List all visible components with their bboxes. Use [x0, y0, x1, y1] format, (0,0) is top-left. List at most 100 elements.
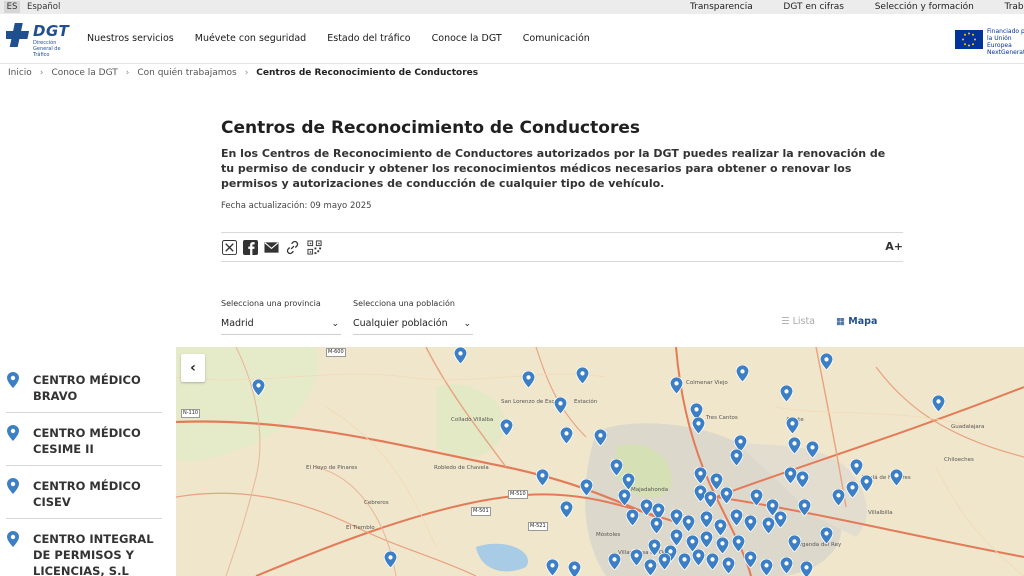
map-marker-icon[interactable] [820, 527, 833, 544]
map-marker-icon[interactable] [618, 489, 631, 506]
map-marker-icon[interactable] [500, 419, 513, 436]
map-marker-icon[interactable] [546, 559, 559, 576]
map-marker-icon[interactable] [692, 549, 705, 566]
map-base [176, 347, 1024, 576]
centers-map[interactable]: Estación San Lorenzo de Escorial Collado… [176, 347, 1024, 576]
map-marker-icon[interactable] [594, 429, 607, 446]
map-marker-icon[interactable] [714, 519, 727, 536]
map-marker-icon[interactable] [722, 557, 735, 574]
map-marker-icon[interactable] [692, 417, 705, 434]
link-icon[interactable] [285, 240, 300, 255]
nav-comunicacion[interactable]: Comunicación [523, 33, 590, 44]
map-marker-icon[interactable] [846, 481, 859, 498]
map-marker-icon[interactable] [626, 509, 639, 526]
map-marker-icon[interactable] [576, 367, 589, 384]
map-marker-icon[interactable] [694, 467, 707, 484]
map-place-label: Robledo de Chavela [434, 465, 489, 471]
map-marker-icon[interactable] [536, 469, 549, 486]
language-code[interactable]: ES [4, 1, 20, 13]
map-marker-icon[interactable] [820, 353, 833, 370]
map-marker-icon[interactable] [630, 549, 643, 566]
map-marker-icon[interactable] [806, 441, 819, 458]
breadcrumb-inicio[interactable]: Inicio [8, 68, 32, 78]
list-item[interactable]: CENTRO MÉDICO CISEV [6, 466, 162, 519]
top-link-seleccion-formacion[interactable]: Selección y formación [875, 2, 974, 12]
dgt-logo[interactable]: DGT Dirección General de Tráfico [6, 20, 76, 58]
chevron-down-icon: ⌄ [331, 319, 339, 329]
x-twitter-icon[interactable] [222, 240, 237, 255]
view-map-button[interactable]: ▦ Mapa [836, 316, 877, 327]
map-marker-icon[interactable] [788, 535, 801, 552]
map-marker-icon[interactable] [750, 489, 763, 506]
map-marker-icon[interactable] [736, 365, 749, 382]
collapse-list-button[interactable]: ‹ [181, 354, 205, 382]
map-marker-icon[interactable] [700, 511, 713, 528]
map-marker-icon[interactable] [568, 561, 581, 576]
map-marker-icon[interactable] [560, 427, 573, 444]
map-marker-icon[interactable] [850, 459, 863, 476]
map-marker-icon[interactable] [560, 501, 573, 518]
map-marker-icon[interactable] [384, 551, 397, 568]
map-marker-icon[interactable] [580, 479, 593, 496]
province-select[interactable]: Madrid ⌄ [221, 313, 341, 335]
map-marker-icon[interactable] [658, 553, 671, 570]
map-marker-icon[interactable] [832, 489, 845, 506]
map-marker-icon[interactable] [670, 377, 683, 394]
map-marker-icon[interactable] [796, 471, 809, 488]
list-item[interactable]: CENTRO MÉDICO BRAVO [6, 360, 162, 413]
map-marker-icon[interactable] [650, 517, 663, 534]
center-name: CENTRO MÉDICO CESIME II [33, 426, 141, 456]
map-marker-icon[interactable] [730, 449, 743, 466]
breadcrumb-conoce-la-dgt[interactable]: Conoce la DGT [51, 68, 117, 78]
breadcrumb-con-quien-trabajamos[interactable]: Con quién trabajamos [137, 68, 236, 78]
map-place-label: Cebreros [364, 500, 389, 506]
map-marker-icon[interactable] [716, 537, 729, 554]
map-marker-icon[interactable] [706, 553, 719, 570]
map-marker-icon[interactable] [732, 535, 745, 552]
list-item[interactable]: CENTRO MÉDICO CESIME II [6, 413, 162, 466]
top-link-trabaja[interactable]: Trabaj [1005, 2, 1024, 12]
map-marker-icon[interactable] [682, 515, 695, 532]
map-marker-icon[interactable] [608, 553, 621, 570]
map-marker-icon[interactable] [744, 551, 757, 568]
town-select[interactable]: Cualquier población ⌄ [353, 313, 473, 335]
map-marker-icon[interactable] [700, 531, 713, 548]
map-marker-icon[interactable] [644, 559, 657, 576]
map-place-label: El Tiemblo [346, 525, 375, 531]
map-marker-icon[interactable] [780, 557, 793, 574]
map-marker-icon[interactable] [252, 379, 265, 396]
map-marker-icon[interactable] [454, 347, 467, 364]
qr-code-icon[interactable] [307, 240, 322, 255]
map-marker-icon[interactable] [704, 491, 717, 508]
map-marker-icon[interactable] [730, 509, 743, 526]
map-marker-icon[interactable] [522, 371, 535, 388]
nav-estado-del-trafico[interactable]: Estado del tráfico [327, 33, 410, 44]
map-marker-icon[interactable] [554, 397, 567, 414]
nav-nuestros-servicios[interactable]: Nuestros servicios [87, 33, 174, 44]
nav-conoce-la-dgt[interactable]: Conoce la DGT [432, 33, 502, 44]
map-marker-icon[interactable] [786, 417, 799, 434]
top-link-dgt-en-cifras[interactable]: DGT en cifras [783, 2, 844, 12]
map-marker-icon[interactable] [678, 553, 691, 570]
map-marker-icon[interactable] [860, 475, 873, 492]
map-marker-icon[interactable] [788, 437, 801, 454]
map-marker-icon[interactable] [720, 487, 733, 504]
map-marker-icon[interactable] [780, 385, 793, 402]
map-marker-icon[interactable] [760, 559, 773, 576]
map-marker-icon[interactable] [774, 511, 787, 528]
email-icon[interactable] [264, 240, 279, 255]
map-marker-icon[interactable] [800, 561, 813, 576]
font-size-button[interactable]: A+ [885, 240, 903, 253]
top-link-transparencia[interactable]: Transparencia [690, 2, 753, 12]
map-marker-icon[interactable] [744, 515, 757, 532]
map-marker-icon[interactable] [890, 469, 903, 486]
facebook-icon[interactable] [243, 240, 258, 255]
map-marker-icon[interactable] [798, 499, 811, 516]
view-list-button[interactable]: ☰ Lista [781, 316, 815, 327]
map-marker-icon[interactable] [622, 473, 635, 490]
nav-muevete-con-seguridad[interactable]: Muévete con seguridad [195, 33, 306, 44]
list-item[interactable]: CENTRO INTEGRAL DE PERMISOS Y LICENCIAS,… [6, 519, 162, 576]
map-marker-icon[interactable] [932, 395, 945, 412]
language-name[interactable]: Español [27, 0, 60, 14]
map-marker-icon[interactable] [670, 529, 683, 546]
